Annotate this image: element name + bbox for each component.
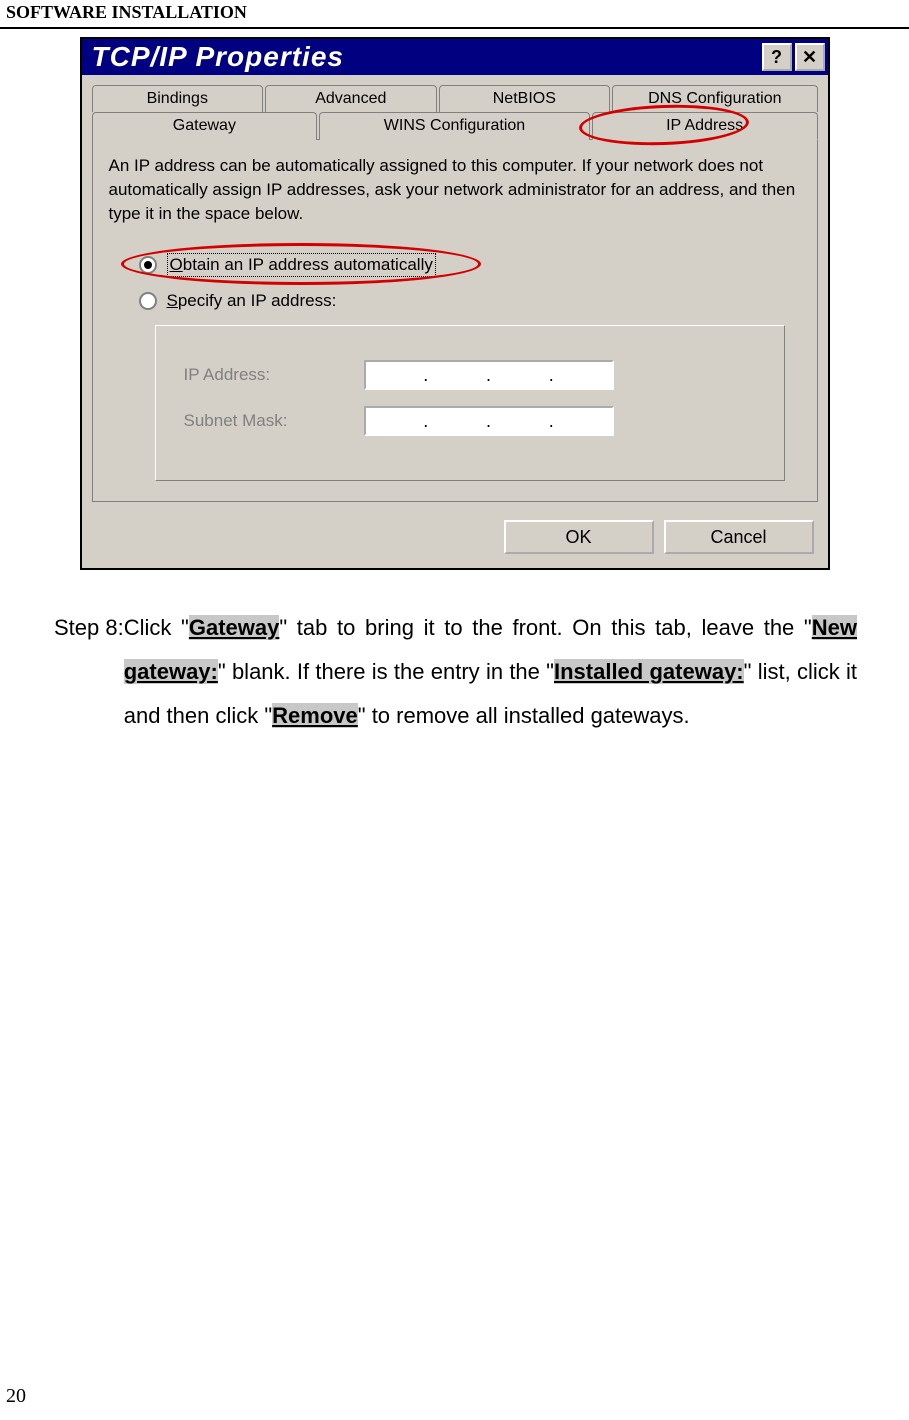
close-button[interactable]: ✕ bbox=[795, 43, 825, 71]
tab-row-2: Gateway WINS Configuration IP Address bbox=[92, 112, 818, 140]
step-text: " to remove all installed gateways. bbox=[358, 703, 690, 728]
ip-seg[interactable] bbox=[366, 408, 424, 434]
specify-fieldset: IP Address: . . . Subnet Mask: . bbox=[155, 325, 785, 481]
tab-panel-ip-address: An IP address can be automatically assig… bbox=[92, 139, 818, 502]
body-paragraph: Step 8: Click "Gateway" tab to bring it … bbox=[0, 570, 909, 738]
titlebar-buttons: ? ✕ bbox=[762, 43, 825, 71]
ip-seg[interactable] bbox=[366, 362, 424, 388]
ip-seg[interactable] bbox=[554, 362, 612, 388]
field-row-ip: IP Address: . . . bbox=[184, 360, 774, 390]
subnet-mask-input[interactable]: . . . bbox=[364, 406, 614, 436]
radio-obtain-label: Obtain an IP address automatically bbox=[167, 253, 436, 277]
tab-ip-address-label: IP Address bbox=[666, 117, 743, 134]
step-text: Click " bbox=[124, 615, 189, 640]
tab-wins-configuration[interactable]: WINS Configuration bbox=[319, 112, 590, 140]
ok-button[interactable]: OK bbox=[504, 520, 654, 554]
page-number: 20 bbox=[6, 1385, 26, 1408]
highlight-remove: Remove bbox=[272, 703, 358, 728]
step-label: Step 8: bbox=[54, 606, 124, 738]
tab-gateway[interactable]: Gateway bbox=[92, 112, 318, 140]
highlight-gateway: Gateway bbox=[189, 615, 280, 640]
ip-seg[interactable] bbox=[428, 362, 486, 388]
dialog-title: TCP/IP Properties bbox=[92, 41, 344, 73]
help-button[interactable]: ? bbox=[762, 43, 792, 71]
page-header: SOFTWARE INSTALLATION bbox=[0, 0, 909, 23]
tab-ip-address[interactable]: IP Address bbox=[592, 112, 818, 140]
tab-advanced[interactable]: Advanced bbox=[265, 85, 437, 112]
ip-seg[interactable] bbox=[554, 408, 612, 434]
dialog-wrap: TCP/IP Properties ? ✕ Bindings Advanced … bbox=[0, 37, 909, 570]
radio-group: Obtain an IP address automatically Speci… bbox=[139, 253, 801, 481]
mnemonic-o: O bbox=[170, 255, 183, 274]
titlebar: TCP/IP Properties ? ✕ bbox=[82, 39, 828, 75]
tab-bindings[interactable]: Bindings bbox=[92, 85, 264, 112]
radio-obtain-auto[interactable]: Obtain an IP address automatically bbox=[139, 253, 801, 277]
tab-dns-configuration[interactable]: DNS Configuration bbox=[612, 85, 817, 112]
radio-obtain-text: btain an IP address automatically bbox=[183, 255, 433, 274]
tcpip-dialog: TCP/IP Properties ? ✕ Bindings Advanced … bbox=[80, 37, 830, 570]
label-ip-address: IP Address: bbox=[184, 365, 334, 385]
radio-specify-label: Specify an IP address: bbox=[167, 291, 337, 311]
label-subnet-mask: Subnet Mask: bbox=[184, 411, 334, 431]
tab-netbios[interactable]: NetBIOS bbox=[439, 85, 611, 112]
step-text: " blank. If there is the entry in the " bbox=[218, 659, 554, 684]
step-body: Click "Gateway" tab to bring it to the f… bbox=[124, 606, 857, 738]
dialog-footer: OK Cancel bbox=[82, 506, 828, 568]
tabs-area: Bindings Advanced NetBIOS DNS Configurat… bbox=[82, 75, 828, 506]
description-text: An IP address can be automatically assig… bbox=[109, 154, 801, 225]
mnemonic-s: S bbox=[167, 291, 178, 310]
field-row-subnet: Subnet Mask: . . . bbox=[184, 406, 774, 436]
header-rule bbox=[0, 27, 909, 29]
radio-specify[interactable]: Specify an IP address: bbox=[139, 291, 801, 311]
radio-specify-text: pecify an IP address: bbox=[178, 291, 336, 310]
cancel-button[interactable]: Cancel bbox=[664, 520, 814, 554]
highlight-installed-gateway: Installed gateway: bbox=[554, 659, 744, 684]
ip-seg[interactable] bbox=[491, 362, 549, 388]
ip-seg[interactable] bbox=[491, 408, 549, 434]
radio-icon bbox=[139, 292, 157, 310]
tab-row-1: Bindings Advanced NetBIOS DNS Configurat… bbox=[92, 85, 818, 112]
step-text: " tab to bring it to the front. On this … bbox=[279, 615, 811, 640]
radio-icon bbox=[139, 256, 157, 274]
ip-seg[interactable] bbox=[428, 408, 486, 434]
ip-address-input[interactable]: . . . bbox=[364, 360, 614, 390]
